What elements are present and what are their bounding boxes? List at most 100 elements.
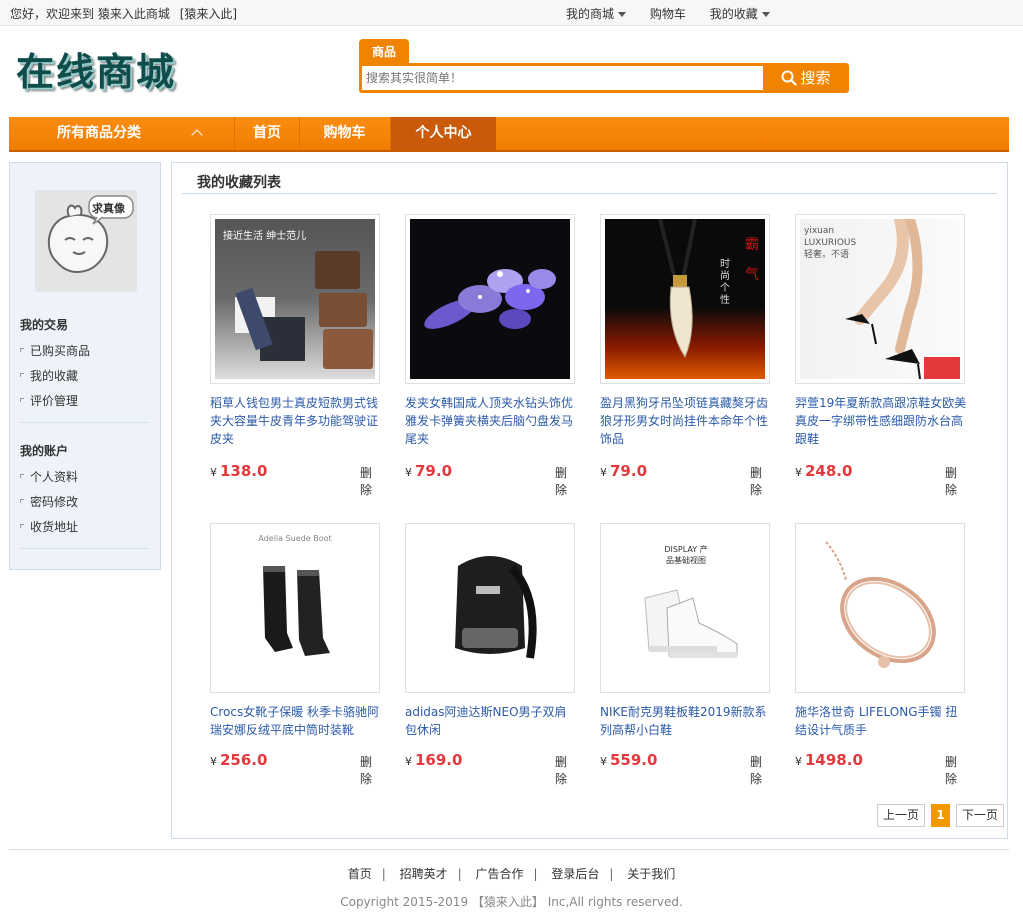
footer-link-about[interactable]: 关于我们 bbox=[627, 867, 675, 881]
site-name[interactable]: 猿来入此商城 bbox=[98, 7, 170, 21]
cart-link[interactable]: 购物车 bbox=[650, 5, 686, 22]
user-sidebar: 求真像 我的交易 已购买商品 我的收藏 评价管理 我的账户 个人资料 密码修改 … bbox=[9, 162, 161, 570]
page-1-button[interactable]: 1 bbox=[931, 804, 950, 827]
product-price: ¥79.0 bbox=[600, 462, 647, 480]
my-mall-link[interactable]: 我的商城 bbox=[566, 5, 627, 22]
product-name-link[interactable]: 发夹女韩国成人顶夹水钻头饰优雅发卡弹簧夹横夹后脑勺盘发马尾夹 bbox=[405, 394, 577, 448]
footer-separator: | bbox=[609, 867, 614, 881]
product-image[interactable]: 接近生活 绅士范儿 bbox=[210, 214, 380, 384]
product-image-caption: 接近生活 绅士范儿 bbox=[223, 231, 307, 242]
delete-button[interactable]: 删除 bbox=[555, 753, 575, 787]
product-image[interactable] bbox=[405, 214, 575, 384]
chevron-down-icon bbox=[761, 12, 770, 17]
delete-button[interactable]: 删除 bbox=[360, 753, 380, 787]
title-divider bbox=[182, 193, 997, 194]
footer-separator: | bbox=[533, 867, 538, 881]
delete-button[interactable]: 删除 bbox=[945, 753, 965, 787]
product-price: ¥1498.0 bbox=[795, 751, 863, 769]
bracelet-illustration bbox=[825, 541, 936, 668]
search-icon bbox=[781, 70, 798, 86]
search-tab-products[interactable]: 商品 bbox=[359, 39, 409, 63]
sidebar-divider bbox=[20, 422, 150, 423]
footer-separator: | bbox=[381, 867, 386, 881]
favorites-panel: 我的收藏列表 接近生活 绅士范儿 稻草人钱包男士真皮短款男式钱夹大容量牛皮青年多… bbox=[171, 162, 1008, 839]
nav-item-user-center[interactable]: 个人中心 bbox=[390, 117, 496, 150]
page-title: 我的收藏列表 bbox=[197, 175, 281, 191]
currency-symbol: ¥ bbox=[600, 466, 607, 479]
next-page-button[interactable]: 下一页 bbox=[956, 804, 1004, 827]
product-name-link[interactable]: adidas阿迪达斯NEO男子双肩包休闲 bbox=[405, 703, 577, 739]
welcome-text: 您好，欢迎来到 猿来入此商城 [猿来入此] bbox=[10, 5, 237, 22]
sidebar-item-password[interactable]: 密码修改 bbox=[19, 493, 78, 510]
price-value: 79.0 bbox=[610, 462, 648, 480]
sidebar-item-favorites[interactable]: 我的收藏 bbox=[19, 367, 78, 384]
sneakers-illustration bbox=[644, 589, 738, 658]
product-image[interactable] bbox=[405, 523, 575, 693]
footer-link-home[interactable]: 首页 bbox=[348, 867, 372, 881]
nav-item-home[interactable]: 首页 bbox=[234, 117, 299, 150]
copyright: Copyright 2015-2019 【猿来入此】 Inc,All right… bbox=[340, 895, 683, 909]
avatar-caption: 求真像 bbox=[92, 202, 125, 215]
product-image[interactable]: 时尚 个性 霸 气 bbox=[600, 214, 770, 384]
my-mall-label: 我的商城 bbox=[566, 7, 615, 21]
pendant-illustration: 霸 气 bbox=[658, 219, 759, 359]
product-name-link[interactable]: 羿萱19年夏新款高跟凉鞋女欧美真皮一字绑带性感细跟防水台高跟鞋 bbox=[795, 394, 967, 448]
hairclip-illustration bbox=[424, 269, 556, 329]
product-price: ¥248.0 bbox=[795, 462, 852, 480]
sidebar-section-trade: 我的交易 bbox=[20, 318, 69, 332]
search-button[interactable]: 搜索 bbox=[765, 66, 847, 90]
prev-page-button[interactable]: 上一页 bbox=[877, 804, 925, 827]
svg-text:气: 气 bbox=[745, 267, 759, 283]
price-value: 138.0 bbox=[220, 462, 268, 480]
footer-link-ads[interactable]: 广告合作 bbox=[475, 867, 523, 881]
search-bar: 商品 搜索 bbox=[359, 39, 849, 94]
site-logo[interactable]: 在线商城 bbox=[16, 48, 188, 96]
footer-divider bbox=[9, 849, 1009, 850]
footer-link-admin[interactable]: 登录后台 bbox=[551, 867, 599, 881]
logo-text: 在线商城 bbox=[16, 49, 177, 94]
cart-link-label: 购物车 bbox=[649, 7, 686, 21]
price-value: 559.0 bbox=[610, 751, 658, 769]
top-bar: 您好，欢迎来到 猿来入此商城 [猿来入此] 我的商城 购物车 我的收藏 bbox=[0, 0, 1023, 26]
product-name-link[interactable]: 盈月黑狗牙吊坠项链真藏獒牙齿狼牙形男女时尚挂件本命年个性饰品 bbox=[600, 394, 772, 448]
avatar[interactable]: 求真像 bbox=[35, 190, 137, 292]
footer-link-jobs[interactable]: 招聘英才 bbox=[400, 867, 448, 881]
delete-button[interactable]: 删除 bbox=[750, 753, 770, 787]
main-nav: 所有商品分类 首页 购物车 个人中心 bbox=[9, 117, 1009, 152]
my-favorites-link[interactable]: 我的收藏 bbox=[710, 5, 770, 22]
search-button-label: 搜索 bbox=[800, 69, 831, 87]
delete-button[interactable]: 删除 bbox=[555, 464, 575, 498]
product-image[interactable]: yixuan LUXURIOUS 轻奢。不语 bbox=[795, 214, 965, 384]
chevron-up-icon bbox=[191, 129, 203, 141]
price-value: 256.0 bbox=[220, 751, 268, 769]
sidebar-item-profile[interactable]: 个人资料 bbox=[19, 468, 78, 485]
sidebar-item-reviews[interactable]: 评价管理 bbox=[19, 392, 78, 409]
currency-symbol: ¥ bbox=[600, 755, 607, 768]
nav-item-cart[interactable]: 购物车 bbox=[299, 117, 389, 150]
product-image[interactable]: Adelia Suede Boot bbox=[210, 523, 380, 693]
all-categories-label: 所有商品分类 bbox=[57, 125, 141, 141]
boots-illustration bbox=[263, 566, 330, 656]
top-links: 我的商城 购物车 我的收藏 bbox=[566, 5, 790, 22]
product-name-link[interactable]: NIKE耐克男鞋板鞋2019新款系列高帮小白鞋 bbox=[600, 703, 772, 739]
delete-button[interactable]: 删除 bbox=[945, 464, 965, 498]
product-name-link[interactable]: 稻草人钱包男士真皮短款男式钱夹大容量牛皮青年多功能驾驶证皮夹 bbox=[210, 394, 382, 448]
product-name-link[interactable]: Crocs女靴子保暖 秋季卡骆驰阿瑞安娜反绒平底中筒时装靴 bbox=[210, 703, 382, 739]
product-price: ¥559.0 bbox=[600, 751, 657, 769]
product-image[interactable]: DISPLAY 产品基础视图 bbox=[600, 523, 770, 693]
product-price: ¥138.0 bbox=[210, 462, 267, 480]
product-price: ¥256.0 bbox=[210, 751, 267, 769]
delete-button[interactable]: 删除 bbox=[750, 464, 770, 498]
product-name-link[interactable]: 施华洛世奇 LIFELONG手镯 扭结设计气质手 bbox=[795, 703, 967, 739]
delete-button[interactable]: 删除 bbox=[360, 464, 380, 498]
sidebar-item-address[interactable]: 收货地址 bbox=[19, 518, 78, 535]
sidebar-section-account: 我的账户 bbox=[20, 444, 69, 458]
sidebar-divider bbox=[20, 548, 150, 549]
price-value: 169.0 bbox=[415, 751, 463, 769]
sidebar-item-purchased[interactable]: 已购买商品 bbox=[19, 342, 90, 359]
product-image[interactable] bbox=[795, 523, 965, 693]
price-value: 79.0 bbox=[415, 462, 453, 480]
username[interactable]: [猿来入此] bbox=[180, 7, 237, 21]
all-categories-menu[interactable]: 所有商品分类 bbox=[9, 117, 234, 150]
search-input[interactable] bbox=[362, 66, 763, 90]
